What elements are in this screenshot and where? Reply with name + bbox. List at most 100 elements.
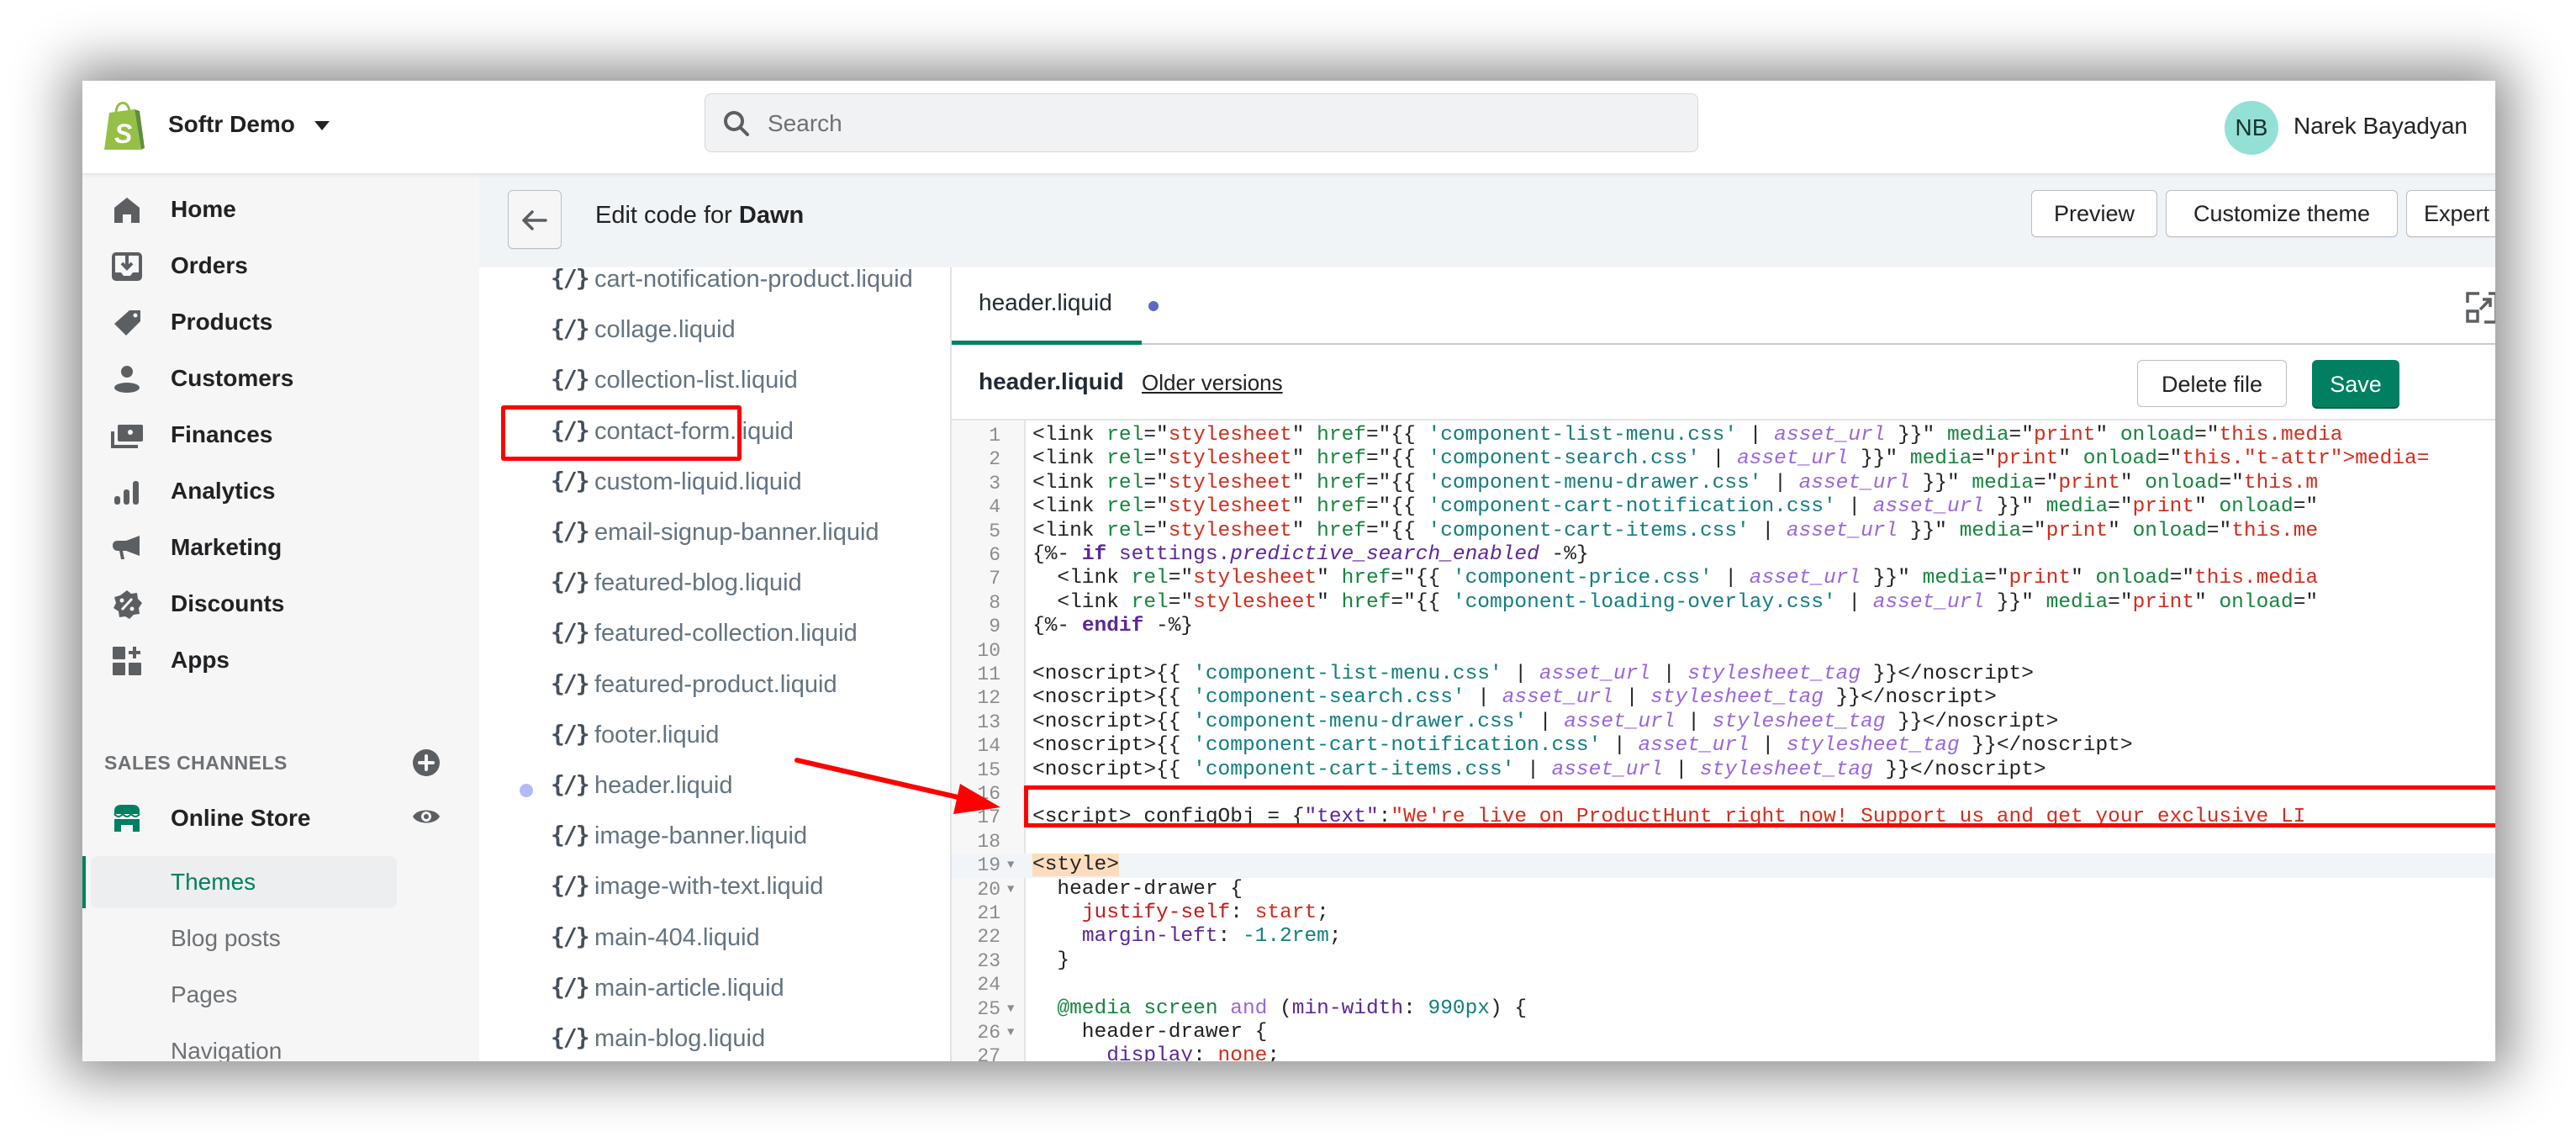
store-name[interactable]: Softr Demo (168, 111, 295, 138)
active-indicator (82, 856, 86, 908)
file-list-item[interactable]: {/} image-with-text.liquid (479, 864, 950, 912)
sidebar-item-home[interactable]: Home (82, 183, 479, 235)
unsaved-dot-icon (1148, 301, 1159, 311)
code-line[interactable]: 18 (952, 830, 2495, 854)
code-area[interactable]: 1 <link rel="stylesheet" href="{{ 'compon… (952, 420, 2495, 1061)
sidebar-item-finances[interactable]: Finances (82, 409, 479, 461)
code-line[interactable]: 1 <link rel="stylesheet" href="{{ 'compon… (952, 424, 2495, 447)
customize-theme-button[interactable]: Customize theme (2166, 190, 2398, 237)
code-line[interactable]: 7 <link rel="stylesheet" href="{{ 'compo… (952, 567, 2495, 590)
sidebar-item-label: Home (171, 196, 236, 222)
file-list-item[interactable]: {/} cart-notification-product.liquid (479, 267, 950, 304)
code-line[interactable]: 19 ▼ <style> (952, 854, 2495, 878)
code-text: <noscript>{{ 'component-cart-items.css' … (1032, 758, 2046, 781)
sidebar-item-products[interactable]: Products (82, 296, 479, 348)
sidebar-item-orders[interactable]: Orders (82, 240, 479, 292)
file-list-item[interactable]: {/} footer.liquid (479, 713, 950, 760)
fold-toggle-icon[interactable]: ▼ (1007, 1021, 1014, 1044)
code-text: <link rel="stylesheet" href="{{ 'compone… (1032, 447, 2430, 471)
code-text: <noscript>{{ 'component-cart-notificatio… (1032, 734, 2133, 758)
code-line[interactable]: 13 <noscript>{{ 'component-menu-drawer.cs… (952, 711, 2495, 734)
expand-icon[interactable] (2465, 291, 2495, 325)
line-number: 18 (977, 830, 1000, 853)
liquid-file-icon: {/} (551, 365, 590, 394)
shopify-logo-icon[interactable]: S (101, 99, 148, 153)
file-name: cart-notification-product.liquid (594, 267, 913, 293)
sidebar-item-discounts[interactable]: Discounts (82, 578, 479, 630)
sidebar-item-label: Orders (171, 252, 248, 278)
file-list-item[interactable]: {/} main-blog.liquid (479, 1017, 950, 1061)
code-line[interactable]: 10 (952, 639, 2495, 663)
line-number: 19 (977, 854, 1000, 877)
file-list-item[interactable]: {/} main-article.liquid (479, 966, 950, 1013)
sidebar-subitem-label: Pages (171, 981, 238, 1007)
line-number: 6 (989, 544, 1000, 566)
search-bar[interactable] (705, 93, 1698, 152)
file-list-item[interactable]: {/} featured-product.liquid (479, 663, 950, 710)
code-line[interactable]: 4 <link rel="stylesheet" href="{{ 'compon… (952, 495, 2495, 519)
code-line[interactable]: 2 <link rel="stylesheet" href="{{ 'compon… (952, 447, 2495, 471)
tab-label: header.liquid (979, 289, 1112, 315)
code-text: <link rel="stylesheet" href="{{ 'compone… (1032, 519, 2319, 542)
sidebar-item-apps[interactable]: Apps (82, 634, 479, 686)
line-number: 12 (977, 687, 1000, 710)
fold-toggle-icon[interactable]: ▼ (1007, 854, 1014, 877)
app-window: S Softr Demo NB Narek Bayadyan Home Orde… (82, 81, 2495, 1061)
file-list-item[interactable]: {/} email-signup-banner.liquid (479, 510, 950, 558)
older-versions-link[interactable]: Older versions (1142, 370, 1283, 396)
fold-toggle-icon[interactable]: ▼ (1007, 878, 1014, 901)
liquid-file-icon: {/} (551, 719, 590, 748)
code-line[interactable]: 14 <noscript>{{ 'component-cart-notificat… (952, 734, 2495, 758)
file-list-item[interactable]: {/} featured-blog.liquid (479, 561, 950, 608)
back-button[interactable] (508, 190, 562, 249)
code-line[interactable]: 27 display: none; (952, 1044, 2495, 1061)
code-line[interactable]: 26 ▼ header-drawer { (952, 1021, 2495, 1044)
file-list-item[interactable]: {/} header.liquid (479, 764, 950, 811)
code-line[interactable]: 5 <link rel="stylesheet" href="{{ 'compon… (952, 520, 2495, 543)
liquid-file-icon: {/} (551, 618, 590, 647)
sidebar-subitem-blog-posts[interactable]: Blog posts (91, 912, 397, 965)
code-line[interactable]: 12 <noscript>{{ 'component-search.css' | … (952, 686, 2495, 710)
file-list-item[interactable]: {/} featured-collection.liquid (479, 611, 950, 658)
file-list-item[interactable]: {/} main-404.liquid (479, 916, 950, 963)
file-list-item[interactable]: {/} image-banner.liquid (479, 814, 950, 861)
add-channel-icon[interactable] (412, 748, 441, 777)
sidebar-item-customers[interactable]: Customers (82, 352, 479, 404)
code-line[interactable]: 15 <noscript>{{ 'component-cart-items.css… (952, 759, 2495, 782)
save-button[interactable]: Save (2312, 360, 2399, 407)
sidebar-subitem-label: Navigation (171, 1038, 282, 1061)
code-line[interactable]: 9 {%- endif -%} (952, 615, 2495, 638)
avatar[interactable]: NB (2225, 101, 2278, 155)
file-list-item[interactable]: {/} custom-liquid.liquid (479, 460, 950, 507)
eye-icon[interactable] (412, 802, 441, 831)
expert-theme-help-button[interactable]: Expert theme help (2406, 190, 2495, 237)
sidebar-subitem-pages[interactable]: Pages (91, 969, 397, 1021)
code-line[interactable]: 20 ▼ header-drawer { (952, 878, 2495, 901)
code-line[interactable]: 24 (952, 973, 2495, 997)
liquid-file-icon: {/} (551, 315, 590, 343)
tab-header-liquid[interactable]: header.liquid (952, 267, 1159, 345)
sidebar-item-analytics[interactable]: Analytics (82, 465, 479, 517)
code-line[interactable]: 6 {%- if settings.predictive_search_enabl… (952, 543, 2495, 567)
file-list-item[interactable]: {/} collection-list.liquid (479, 358, 950, 405)
liquid-file-icon: {/} (551, 568, 590, 596)
code-line[interactable]: 3 <link rel="stylesheet" href="{{ 'compon… (952, 472, 2495, 495)
sidebar-subitem-navigation[interactable]: Navigation (91, 1025, 397, 1061)
preview-button[interactable]: Preview (2031, 190, 2157, 237)
search-input[interactable] (766, 104, 1652, 143)
sidebar-item-marketing[interactable]: Marketing (82, 521, 479, 574)
code-line[interactable]: 25 ▼ @media screen and (min-width: 990px)… (952, 997, 2495, 1021)
code-line[interactable]: 21 justify-self: start; (952, 901, 2495, 925)
sidebar-subitem-themes[interactable]: Themes (91, 856, 397, 908)
code-line[interactable]: 23 } (952, 949, 2495, 973)
code-line[interactable]: 8 <link rel="stylesheet" href="{{ 'compo… (952, 591, 2495, 615)
delete-file-button[interactable]: Delete file (2137, 360, 2287, 407)
code-line[interactable]: 11 <noscript>{{ 'component-list-menu.css'… (952, 663, 2495, 686)
file-list-item[interactable]: {/} collage.liquid (479, 308, 950, 355)
line-number: 14 (977, 735, 1000, 758)
store-switcher-caret-icon[interactable] (314, 121, 330, 130)
code-text: <link rel="stylesheet" href="{{ 'compone… (1032, 471, 2319, 494)
user-name[interactable]: Narek Bayadyan (2294, 113, 2468, 140)
code-line[interactable]: 22 margin-left: -1.2rem; (952, 925, 2495, 949)
fold-toggle-icon[interactable]: ▼ (1007, 997, 1014, 1021)
